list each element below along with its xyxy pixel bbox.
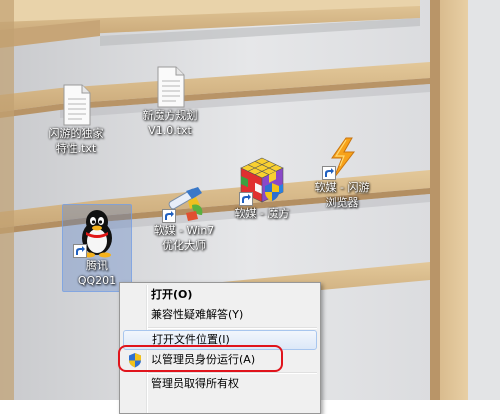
text-file-icon	[157, 66, 185, 108]
desktop-icon-qq[interactable]: 腾讯 QQ201	[62, 204, 132, 292]
highlight-annotation	[118, 345, 283, 372]
text-file-icon	[63, 84, 91, 126]
menu-item-label: 兼容性疑难解答(Y)	[151, 308, 244, 321]
shortcut-arrow-icon	[162, 209, 176, 223]
shortcut-arrow-icon	[239, 192, 253, 206]
desktop-icon-label: 软媒 - 闪游	[314, 181, 370, 194]
menu-item-take-ownership[interactable]: 管理员取得所有权	[123, 374, 317, 394]
desktop-icon-text-file-1[interactable]: 闪游的独家 特性.txt	[28, 84, 124, 156]
desktop-icon-label: 新魔方规划	[142, 109, 198, 122]
win7-optimizer-icon	[162, 185, 206, 223]
desktop-icon-label: 优化大师	[162, 239, 206, 252]
menu-separator	[148, 327, 317, 329]
menu-item-label: 打开(O)	[151, 288, 193, 301]
desktop-icon-lightning-browser[interactable]: 软媒 - 闪游 浏览器	[294, 136, 390, 210]
shortcut-arrow-icon	[322, 166, 336, 180]
menu-item-compatibility-troubleshoot[interactable]: 兼容性疑难解答(Y)	[123, 305, 317, 325]
desktop-icon-text-file-2[interactable]: 新魔方规划 V1.0.txt	[122, 66, 218, 138]
menu-item-label: 管理员取得所有权	[151, 377, 239, 390]
desktop-icon-label: 软媒 - Win7	[153, 224, 215, 237]
rubiks-cube-icon	[239, 156, 285, 206]
desktop-icon-label: 浏览器	[325, 196, 359, 209]
desktop-icon-label: 特性.txt	[55, 142, 97, 155]
desktop-icon-label: 闪游的独家	[48, 127, 104, 140]
shortcut-arrow-icon	[73, 244, 87, 258]
qq-penguin-icon	[73, 208, 117, 258]
desktop-icon-label: V1.0.txt	[148, 124, 192, 137]
menu-item-open[interactable]: 打开(O)	[123, 285, 317, 305]
uac-shield-icon	[265, 183, 279, 201]
lightning-browser-icon	[322, 136, 362, 180]
desktop-icon-label: 腾讯	[86, 259, 108, 272]
